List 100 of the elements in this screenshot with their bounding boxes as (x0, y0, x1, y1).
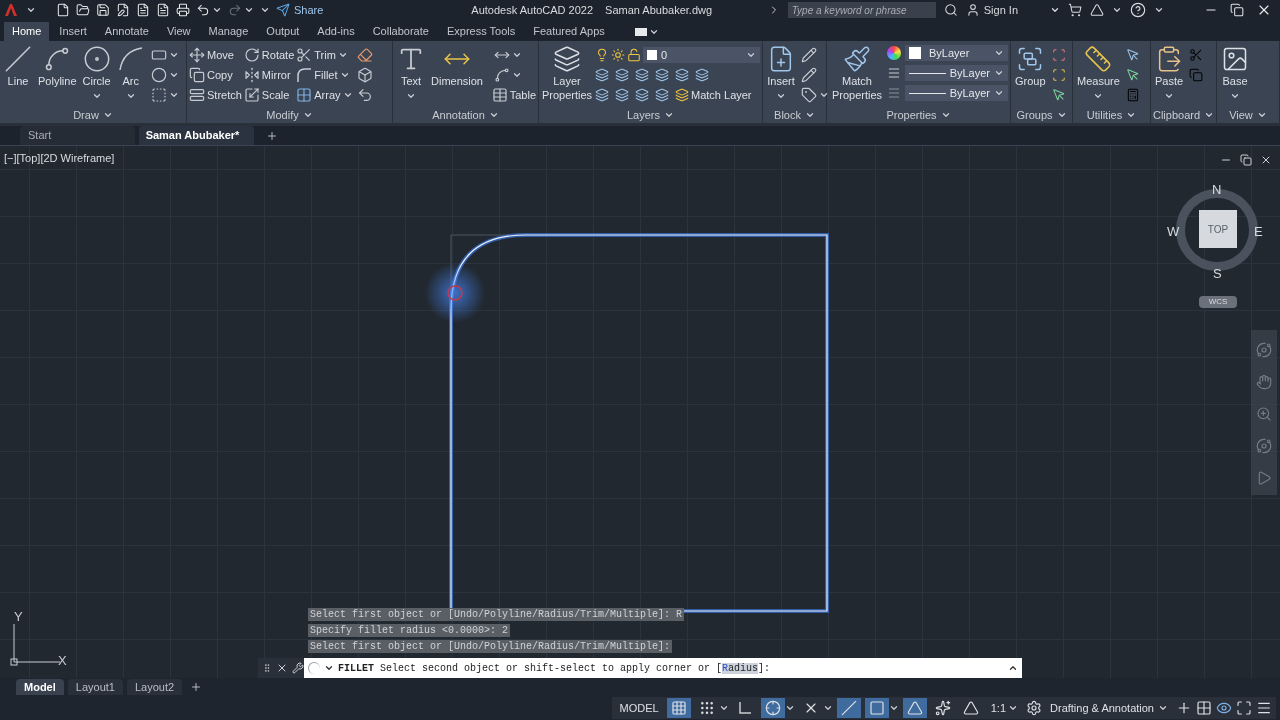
ribbon-button[interactable]: Base (1219, 45, 1251, 101)
ribbon-button[interactable]: Copy (189, 65, 242, 85)
document-tab[interactable]: Start (20, 126, 135, 145)
layout-tab[interactable]: Layout1 (67, 679, 123, 695)
ribbon-tab[interactable]: Featured Apps (525, 22, 613, 41)
ribbon-button[interactable]: Paste (1153, 45, 1186, 101)
ribbon-button[interactable]: Measure (1075, 45, 1122, 101)
share-button[interactable]: Share (276, 1, 324, 19)
ribbon-button[interactable]: Array (296, 85, 353, 105)
cut-icon (1189, 48, 1204, 62)
ribbon-tab[interactable]: Collaborate (364, 22, 437, 41)
layout-tab[interactable]: Layout2 (126, 679, 183, 695)
toolbar-button[interactable] (76, 3, 90, 17)
ribbon-button[interactable]: Match Properties (829, 45, 885, 103)
panel-title[interactable]: Draw (0, 107, 186, 123)
annotation-scale-button[interactable]: 1:1 (986, 699, 1023, 717)
toolbar-button[interactable] (176, 3, 190, 17)
status-toggle[interactable] (864, 698, 889, 718)
caret-icon (342, 90, 353, 100)
ribbon-tab[interactable]: Output (258, 22, 308, 41)
circle-icon (82, 45, 111, 73)
redo-button[interactable] (228, 3, 254, 17)
undo-button[interactable] (196, 3, 222, 17)
model-space-button[interactable]: MODEL (615, 699, 663, 717)
ribbon-tab[interactable]: Insert (51, 22, 95, 41)
ribbon-button[interactable]: Line (2, 45, 34, 89)
workspace-button[interactable]: Drafting & Annotation (1046, 699, 1172, 717)
search-icon (943, 3, 958, 17)
customize-button[interactable] (292, 662, 304, 674)
restore-button[interactable] (1230, 3, 1244, 17)
layout-tab[interactable]: Model (16, 679, 64, 695)
ribbon-button[interactable]: Match Layer (675, 85, 752, 105)
ribbon-tab[interactable]: Manage (200, 22, 257, 41)
grip-icon (262, 662, 272, 674)
lineweight-dropdown[interactable]: ByLayer (905, 65, 1008, 81)
linetype-dropdown[interactable]: ByLayer (905, 85, 1008, 101)
ribbon-tab[interactable]: Annotate (96, 22, 157, 41)
panel-title[interactable]: Block (763, 107, 826, 123)
toolbar-button[interactable] (56, 3, 70, 17)
ucs-axes-icon (10, 624, 60, 666)
panel-title[interactable]: Groups (1011, 107, 1072, 123)
ribbon-button[interactable]: Fillet (296, 65, 353, 85)
status-toggle[interactable] (902, 698, 927, 718)
ribbon-tab[interactable]: Home (4, 22, 50, 41)
toolbar-button[interactable] (96, 3, 110, 17)
status-toggle[interactable] (760, 698, 785, 718)
panel-title[interactable]: Clipboard (1151, 107, 1216, 123)
panel-title[interactable]: Layers (539, 107, 762, 123)
layers-icon (553, 45, 581, 73)
fullscreen-icon (1236, 700, 1252, 716)
command-input[interactable]: FILLET Select second object or shift-select to apply corner or [Radius]: (304, 658, 1022, 678)
layer-tool-icon (675, 68, 689, 82)
ribbon-button[interactable]: Table (491, 85, 536, 105)
ribbon-button[interactable]: Dimension (429, 45, 485, 89)
panel-title[interactable]: View (1217, 107, 1279, 123)
viewport-label[interactable]: [−][Top][2D Wireframe] (4, 150, 115, 167)
ribbon-button[interactable]: Stretch (189, 85, 242, 105)
ribbon-button[interactable]: Insert (765, 45, 797, 101)
panel-title[interactable]: Annotation (393, 107, 538, 123)
viewcube-face[interactable]: TOP (1199, 210, 1237, 248)
ribbon-button[interactable]: Circle (80, 45, 113, 101)
ribbon-button[interactable]: Scale (243, 85, 295, 105)
layer-tool-icon (695, 68, 709, 82)
ribbon-button[interactable]: Mirror (243, 65, 295, 85)
toolbar-button[interactable] (116, 3, 130, 17)
ribbon-button[interactable]: Text (395, 45, 427, 101)
panel-title[interactable]: Utilities (1073, 107, 1150, 123)
panel-title[interactable]: Properties (827, 107, 1010, 123)
panel-title[interactable]: Modify (187, 107, 392, 123)
drawing-canvas[interactable] (0, 146, 1280, 678)
help-icon (1130, 2, 1146, 18)
wcs-menu[interactable]: WCS (1199, 296, 1237, 308)
document-tab[interactable]: Saman Abubaker* (139, 126, 254, 145)
ribbon-tab[interactable]: View (158, 22, 199, 41)
ribbon-tab[interactable]: Express Tools (438, 22, 524, 41)
close-command-button[interactable] (276, 662, 288, 674)
app-title: Autodesk AutoCAD 2022 (471, 2, 594, 18)
ribbon-button[interactable]: Rotate (243, 45, 295, 65)
search-field[interactable]: Type a keyword or phrase (787, 2, 936, 18)
ribbon-button[interactable]: Move (189, 45, 242, 65)
color-dropdown[interactable]: ByLayer (905, 45, 1008, 61)
ribbon-button[interactable]: Polyline (36, 45, 79, 89)
layer-dropdown[interactable]: 0 (643, 47, 760, 63)
status-toggle[interactable] (666, 698, 691, 718)
sun-icon (611, 48, 625, 62)
status-toggle[interactable] (836, 698, 861, 718)
caret-icon (822, 703, 833, 713)
stretch-icon (189, 87, 205, 103)
toolbar-button[interactable] (156, 3, 170, 17)
sign-in-button[interactable]: Sign In (965, 1, 1018, 19)
caret-icon (1256, 110, 1267, 120)
ribbon-button[interactable]: Layer Properties (541, 45, 593, 103)
ribbon-button[interactable]: Arc (114, 45, 147, 101)
ribbon-button[interactable]: Group (1013, 45, 1048, 89)
layer-tool-icon (655, 68, 669, 82)
toolbar-button[interactable] (136, 3, 150, 17)
copy-icon (189, 67, 205, 83)
ribbon-tab[interactable]: Add-ins (309, 22, 363, 41)
corner-icon (736, 700, 753, 716)
ribbon-button[interactable]: Trim (296, 45, 353, 65)
